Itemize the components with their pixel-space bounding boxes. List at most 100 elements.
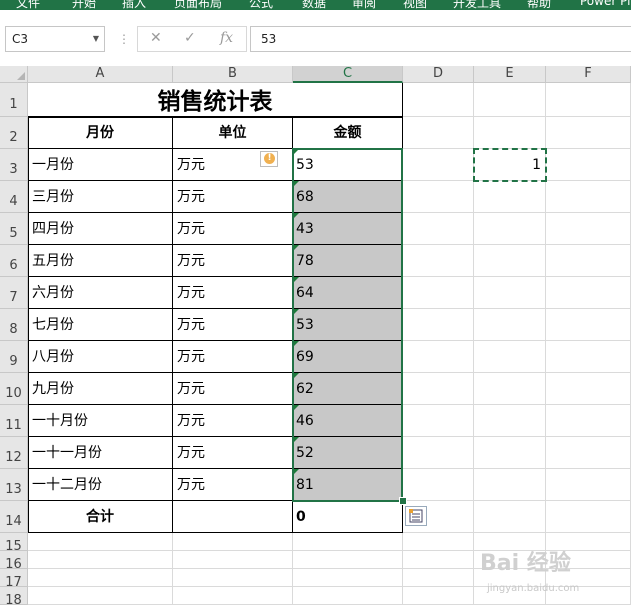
amount-cell[interactable]: 46 bbox=[293, 405, 403, 437]
amount-cell[interactable]: 69 bbox=[293, 341, 403, 373]
grid-cell[interactable] bbox=[474, 469, 546, 501]
grid-cell[interactable] bbox=[546, 341, 631, 373]
grid-cell[interactable] bbox=[546, 469, 631, 501]
month-cell[interactable]: 九月份 bbox=[28, 373, 173, 405]
row-header[interactable]: 12 bbox=[0, 437, 28, 469]
amount-cell[interactable]: 53 bbox=[293, 309, 403, 341]
grid-cell[interactable] bbox=[546, 501, 631, 533]
amount-cell[interactable]: 64 bbox=[293, 277, 403, 309]
table-header[interactable]: 月份 bbox=[28, 117, 173, 149]
row-header[interactable]: 7 bbox=[0, 277, 28, 309]
grid-cell[interactable] bbox=[474, 437, 546, 469]
row-header[interactable]: 2 bbox=[0, 117, 28, 149]
grid-cell[interactable] bbox=[293, 533, 403, 551]
grid-cell[interactable] bbox=[403, 469, 474, 501]
column-header-d[interactable]: D bbox=[403, 66, 474, 83]
grid-cell[interactable] bbox=[546, 309, 631, 341]
grid-cell[interactable] bbox=[403, 341, 474, 373]
month-cell[interactable]: 三月份 bbox=[28, 181, 173, 213]
ribbon-tab[interactable]: 页面布局 bbox=[174, 0, 222, 10]
month-cell[interactable]: 一十月份 bbox=[28, 405, 173, 437]
grid-cell[interactable] bbox=[546, 373, 631, 405]
grid-cell[interactable] bbox=[546, 213, 631, 245]
column-header-a[interactable]: A bbox=[28, 66, 173, 83]
amount-cell[interactable]: 81 bbox=[293, 469, 403, 501]
ribbon-tab[interactable]: 帮助 bbox=[527, 0, 551, 10]
total-value[interactable]: 0 bbox=[293, 501, 403, 533]
grid-cell[interactable] bbox=[403, 277, 474, 309]
select-all-button[interactable] bbox=[0, 66, 28, 83]
ribbon-tab[interactable]: 开始 bbox=[72, 0, 96, 10]
quick-analysis-icon[interactable] bbox=[405, 506, 427, 526]
table-header[interactable]: 单位 bbox=[173, 117, 293, 149]
row-header[interactable]: 10 bbox=[0, 373, 28, 405]
month-cell[interactable]: 八月份 bbox=[28, 341, 173, 373]
ribbon-tab[interactable]: 数据 bbox=[302, 0, 326, 10]
grid-cell[interactable] bbox=[546, 83, 631, 117]
grid-cell[interactable] bbox=[474, 117, 546, 149]
grid-cell[interactable] bbox=[28, 533, 173, 551]
grid-cell[interactable] bbox=[173, 569, 293, 587]
row-header[interactable]: 3 bbox=[0, 149, 28, 181]
grid-cell[interactable] bbox=[474, 213, 546, 245]
grid-cell[interactable] bbox=[474, 341, 546, 373]
grid-cell[interactable] bbox=[546, 149, 631, 181]
grid-cell[interactable] bbox=[403, 569, 474, 587]
amount-cell[interactable]: 62 bbox=[293, 373, 403, 405]
unit-cell[interactable]: 万元 bbox=[173, 437, 293, 469]
row-header[interactable]: 11 bbox=[0, 405, 28, 437]
ribbon-tab[interactable]: 插入 bbox=[122, 0, 146, 10]
row-header[interactable]: 5 bbox=[0, 213, 28, 245]
unit-cell[interactable]: 万元 bbox=[173, 469, 293, 501]
grid-cell[interactable] bbox=[474, 309, 546, 341]
amount-cell[interactable]: 78 bbox=[293, 245, 403, 277]
ribbon-tab[interactable]: 审阅 bbox=[352, 0, 376, 10]
grid-cell[interactable] bbox=[474, 277, 546, 309]
ribbon-tab[interactable]: Power Pi bbox=[580, 0, 630, 8]
amount-cell[interactable]: 68 bbox=[293, 181, 403, 213]
grid-cell[interactable] bbox=[403, 181, 474, 213]
ribbon-tab[interactable]: 视图 bbox=[403, 0, 427, 10]
column-header-c[interactable]: C bbox=[293, 66, 403, 83]
month-cell[interactable]: 七月份 bbox=[28, 309, 173, 341]
name-box-dropdown-icon[interactable]: ▼ bbox=[93, 27, 99, 51]
grid-cell[interactable] bbox=[28, 569, 173, 587]
error-check-icon[interactable]: ! bbox=[260, 151, 278, 167]
formula-input[interactable]: 53 bbox=[250, 26, 631, 52]
grid-cell[interactable] bbox=[474, 245, 546, 277]
amount-cell[interactable]: 43 bbox=[293, 213, 403, 245]
row-header[interactable]: 14 bbox=[0, 501, 28, 533]
unit-cell[interactable]: 万元 bbox=[173, 309, 293, 341]
grid-cell[interactable] bbox=[173, 587, 293, 605]
grid-cell[interactable] bbox=[474, 83, 546, 117]
insert-function-icon[interactable]: fx bbox=[220, 30, 233, 46]
cancel-icon[interactable]: ✕ bbox=[150, 30, 162, 46]
grid-cell[interactable] bbox=[403, 437, 474, 469]
grid-cell[interactable] bbox=[403, 533, 474, 551]
grid-cell[interactable] bbox=[403, 373, 474, 405]
grid-cell[interactable] bbox=[293, 587, 403, 605]
grid-cell[interactable] bbox=[403, 405, 474, 437]
grid-cell[interactable] bbox=[474, 373, 546, 405]
unit-cell[interactable]: 万元 bbox=[173, 405, 293, 437]
grid-cell[interactable] bbox=[403, 213, 474, 245]
amount-cell[interactable]: 53 bbox=[293, 149, 403, 181]
grid-cell[interactable] bbox=[403, 587, 474, 605]
grid-cell[interactable] bbox=[403, 551, 474, 569]
unit-cell[interactable]: 万元 bbox=[173, 213, 293, 245]
row-header[interactable]: 4 bbox=[0, 181, 28, 213]
row-header[interactable]: 16 bbox=[0, 551, 28, 572]
grid-cell[interactable] bbox=[546, 245, 631, 277]
grid-cell[interactable] bbox=[403, 149, 474, 181]
grid-cell[interactable] bbox=[474, 181, 546, 213]
unit-cell[interactable]: 万元 bbox=[173, 277, 293, 309]
grid-cell[interactable] bbox=[28, 551, 173, 569]
month-cell[interactable]: 一月份 bbox=[28, 149, 173, 181]
row-header[interactable]: 6 bbox=[0, 245, 28, 277]
ribbon-tab[interactable]: 开发工具 bbox=[453, 0, 501, 10]
month-cell[interactable]: 六月份 bbox=[28, 277, 173, 309]
total-unit-cell[interactable] bbox=[173, 501, 293, 533]
row-header[interactable]: 13 bbox=[0, 469, 28, 501]
row-header[interactable]: 1 bbox=[0, 83, 28, 117]
grid-cell[interactable] bbox=[293, 551, 403, 569]
